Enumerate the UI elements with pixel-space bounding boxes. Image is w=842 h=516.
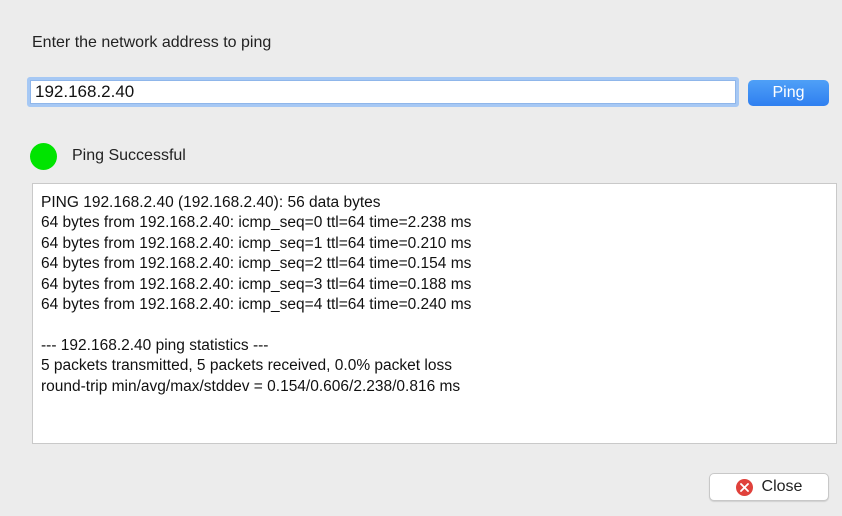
ping-dialog: Enter the network address to ping Ping P…	[0, 0, 842, 516]
output-line: 64 bytes from 192.168.2.40: icmp_seq=2 t…	[41, 255, 472, 273]
ping-output[interactable]: PING 192.168.2.40 (192.168.2.40): 56 dat…	[32, 183, 837, 444]
close-icon	[735, 478, 753, 496]
status-row: Ping Successful	[30, 142, 186, 170]
status-indicator-icon	[30, 142, 57, 170]
address-input[interactable]	[27, 77, 739, 107]
close-button-label: Close	[761, 478, 803, 495]
close-x-glyph-icon	[739, 482, 749, 492]
output-line: PING 192.168.2.40 (192.168.2.40): 56 dat…	[41, 194, 381, 211]
output-line: --- 192.168.2.40 ping statistics ---	[41, 336, 269, 354]
prompt-label: Enter the network address to ping	[32, 34, 272, 51]
output-line: 5 packets transmitted, 5 packets receive…	[41, 357, 452, 375]
output-line: 64 bytes from 192.168.2.40: icmp_seq=3 t…	[41, 275, 472, 293]
output-line: round-trip min/avg/max/stddev = 0.154/0.…	[41, 377, 461, 395]
close-button[interactable]: Close	[709, 473, 829, 501]
output-line: 64 bytes from 192.168.2.40: icmp_seq=0 t…	[41, 214, 472, 232]
output-line: 64 bytes from 192.168.2.40: icmp_seq=1 t…	[41, 234, 472, 252]
status-text: Ping Successful	[72, 147, 186, 164]
output-line: 64 bytes from 192.168.2.40: icmp_seq=4 t…	[41, 295, 472, 313]
ping-button[interactable]: Ping	[748, 80, 829, 106]
